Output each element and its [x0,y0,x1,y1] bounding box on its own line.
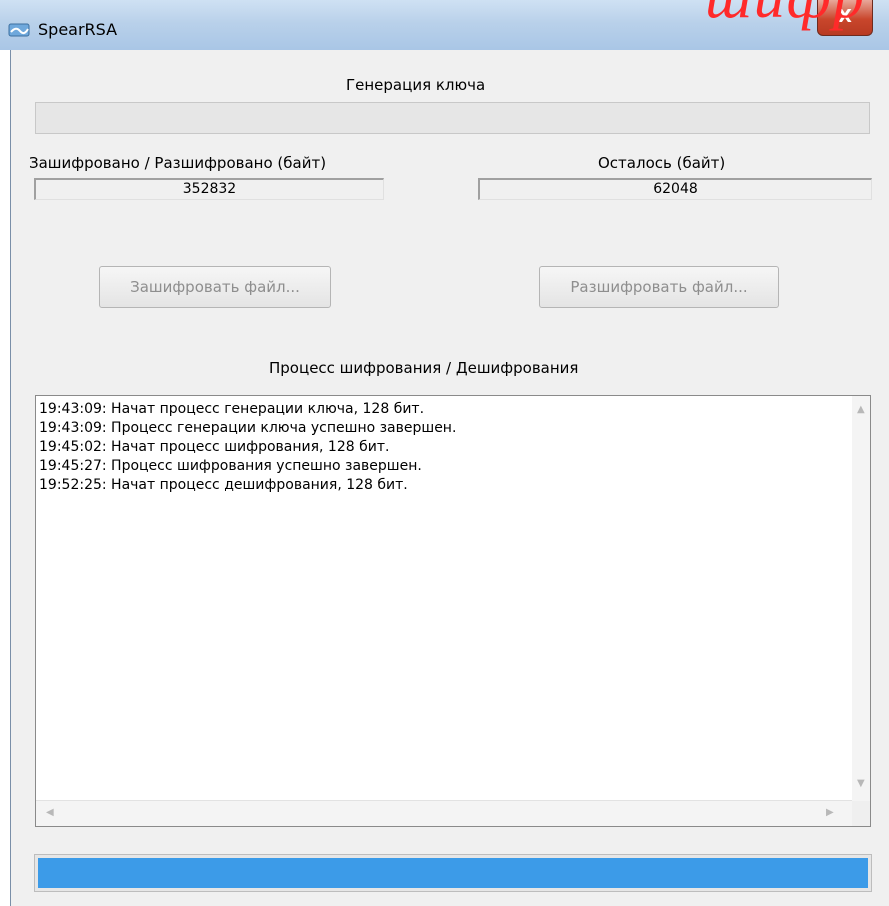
log-line: 19:43:09: Начат процесс генерации ключа,… [39,401,425,417]
remaining-bytes-label: Осталось (байт) [598,154,726,172]
overlay-caption: шифр [705,0,866,33]
log-line: 19:43:09: Процесс генерации ключа успешн… [39,420,457,436]
scroll-down-icon[interactable]: ▼ [857,778,865,789]
vertical-scrollbar[interactable]: ▲ ▼ [852,396,870,801]
processed-bytes-label: Зашифровано / Разшифровано (байт) [29,154,327,172]
decrypt-file-button[interactable]: Разшифровать файл... [539,266,779,308]
window-title: SpearRSA [38,20,118,39]
main-window: Генерация ключа Зашифровано / Разшифрова… [10,50,889,906]
scroll-left-icon[interactable]: ◀ [46,807,54,818]
log-line: 19:45:02: Начат процесс шифрования, 128 … [39,439,390,455]
log-textarea[interactable]: 19:43:09: Начат процесс генерации ключа,… [35,395,871,827]
remaining-bytes-field: 62048 [478,178,872,200]
key-generation-label: Генерация ключа [346,76,486,94]
app-icon [8,23,30,37]
processed-bytes-field: 352832 [34,178,384,200]
encrypt-file-button[interactable]: Зашифровать файл... [99,266,331,308]
scroll-up-icon[interactable]: ▲ [857,404,865,415]
scrollbar-corner [852,801,870,826]
progress-fill [38,858,868,888]
log-line: 19:52:25: Начат процесс дешифрования, 12… [39,477,408,493]
horizontal-scrollbar[interactable]: ◀ ▶ [36,800,852,826]
log-label: Процесс шифрования / Дешифрования [269,359,579,377]
log-line: 19:45:27: Процесс шифрования успешно зав… [39,458,422,474]
scroll-right-icon[interactable]: ▶ [826,807,834,818]
operation-progress-bar [34,854,872,892]
key-generation-progress [35,102,870,134]
log-lines: 19:43:09: Начат процесс генерации ключа,… [39,400,456,495]
